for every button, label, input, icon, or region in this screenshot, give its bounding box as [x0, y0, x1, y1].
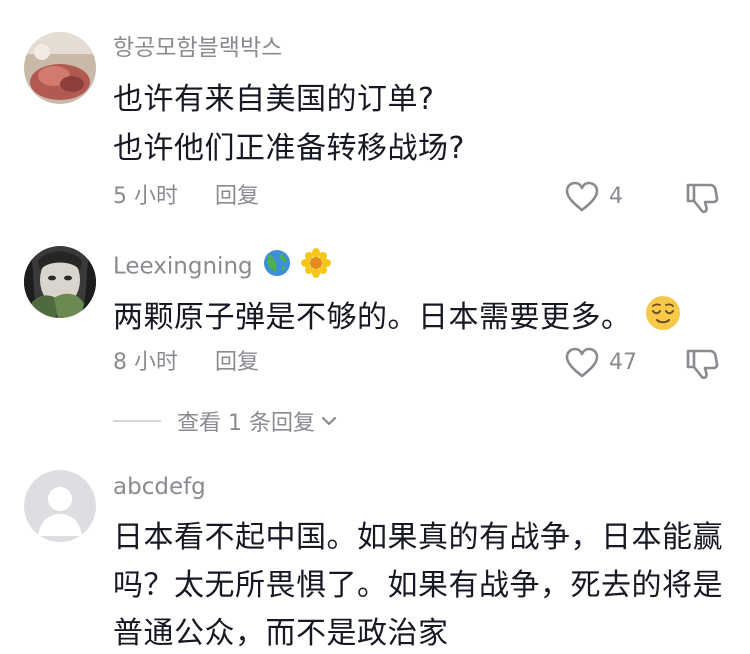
like-count: 47 [609, 350, 637, 375]
comment-text: 日本看不起中国。如果真的有战争，日本能赢 [113, 520, 723, 555]
username[interactable]: 항공모함블랙박스 [113, 33, 282, 63]
heart-icon [565, 181, 599, 212]
avatar[interactable] [24, 246, 96, 318]
default-avatar-icon [24, 470, 96, 542]
thumbs-down-icon [686, 349, 719, 380]
comment-text: 也许有来自美国的订单? [113, 82, 435, 117]
view-replies-label: 查看 1 条回复 [177, 411, 315, 436]
dislike-button[interactable] [684, 346, 720, 382]
username-text: Leexingning [113, 253, 253, 280]
reply-button[interactable]: 回复 [215, 182, 259, 212]
heart-icon [565, 347, 599, 378]
dislike-button[interactable] [684, 180, 720, 216]
globe-icon [262, 248, 292, 286]
view-replies-button[interactable]: 查看 1 条回复 [113, 403, 339, 439]
flower-icon [301, 248, 332, 286]
comment-text: 两颗原子弹是不够的。日本需要更多。 [113, 294, 682, 343]
comment-time: 5 小时 [113, 184, 178, 209]
reply-button[interactable]: 回复 [215, 348, 259, 378]
comment-time: 8 小时 [113, 350, 178, 375]
comment-text: 也许他们正准备转移战场? [113, 131, 465, 166]
avatar[interactable] [24, 32, 96, 104]
chevron-down-icon [321, 416, 337, 426]
like-button[interactable]: 4 [565, 179, 623, 215]
username[interactable]: abcdefg [113, 472, 206, 502]
view-replies-divider [113, 420, 161, 422]
relieved-face-icon [644, 294, 682, 343]
username[interactable]: Leexingning [113, 248, 332, 286]
comment-text: 吗？太无所畏惧了。如果有战争，死去的将是 [113, 568, 723, 603]
like-count: 4 [609, 184, 623, 209]
comment-text-content: 两颗原子弹是不够的。日本需要更多。 [113, 300, 632, 335]
avatar[interactable] [24, 470, 96, 542]
like-button[interactable]: 47 [565, 345, 637, 381]
thumbs-down-icon [686, 183, 719, 214]
comment-text: 普通公众，而不是政治家 [113, 616, 449, 651]
